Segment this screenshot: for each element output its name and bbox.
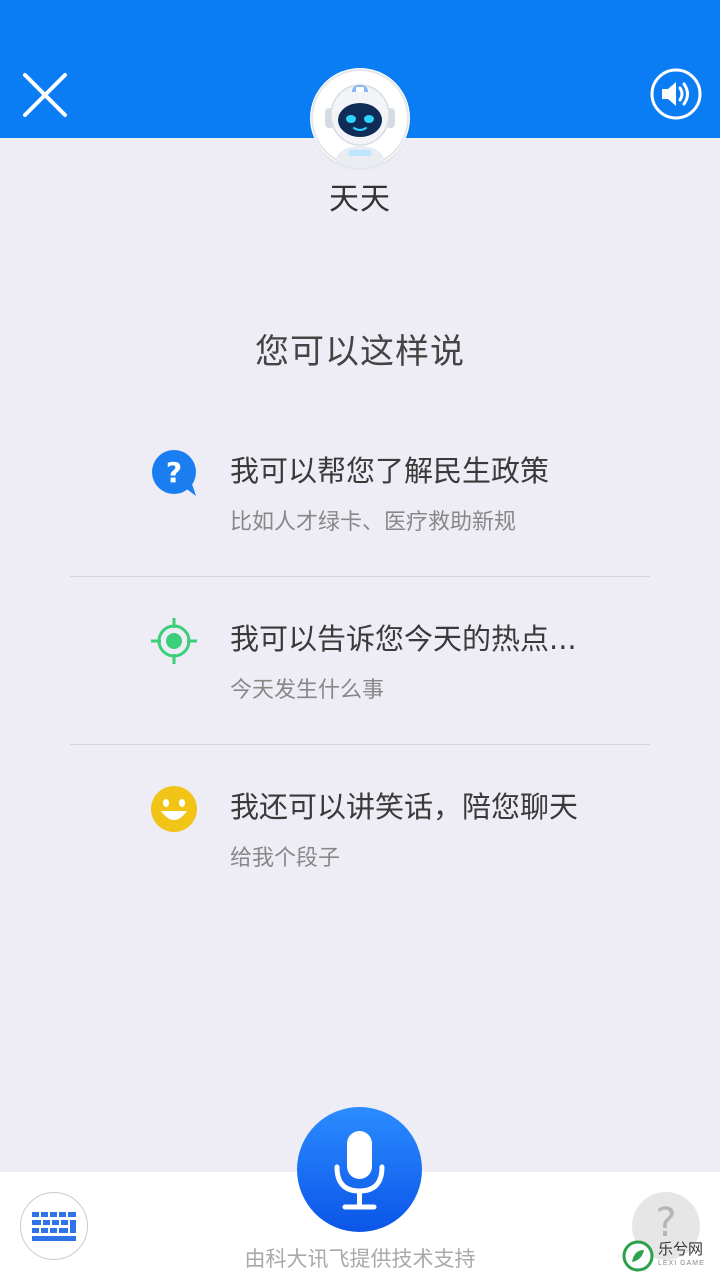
- powered-by-text: 由科大讯飞提供技术支持: [244, 1247, 476, 1271]
- svg-text:?: ?: [166, 456, 182, 489]
- watermark-text: 乐兮网: [658, 1240, 704, 1258]
- watermark-logo-icon: [622, 1240, 654, 1272]
- sound-button[interactable]: [648, 66, 704, 122]
- suggestion-example: 给我个段子: [230, 846, 341, 871]
- voice-input-button[interactable]: [297, 1107, 422, 1232]
- prompt-title: 您可以这样说: [255, 332, 465, 372]
- suggestion-item-policy[interactable]: ? 我可以帮您了解民生政策 比如人才绿卡、医疗救助新规: [70, 449, 650, 617]
- watermark: 乐兮网 LEXI GAME: [622, 1236, 718, 1276]
- watermark-subtext: LEXI GAME: [658, 1260, 705, 1267]
- divider: [70, 744, 650, 745]
- robot-avatar-icon: [311, 69, 409, 168]
- bot-name: 天天: [329, 182, 391, 217]
- suggestion-example: 今天发生什么事: [230, 678, 385, 703]
- close-icon: [23, 73, 67, 117]
- suggestion-item-hotspot[interactable]: 我可以告诉您今天的热点... 今天发生什么事: [70, 617, 650, 785]
- suggestion-title: 我还可以讲笑话，陪您聊天: [230, 790, 579, 824]
- suggestion-title: 我可以告诉您今天的热点...: [230, 622, 577, 656]
- suggestion-example: 比如人才绿卡、医疗救助新规: [230, 510, 517, 535]
- bot-avatar: [310, 68, 410, 168]
- smiley-icon: [151, 786, 197, 832]
- question-bubble-icon: ?: [152, 450, 196, 496]
- close-button[interactable]: [18, 68, 72, 122]
- microphone-icon: [334, 1131, 385, 1210]
- target-icon: [151, 618, 197, 664]
- suggestion-item-chat[interactable]: 我还可以讲笑话，陪您聊天 给我个段子: [70, 785, 650, 953]
- suggestion-title: 我可以帮您了解民生政策: [230, 454, 550, 488]
- divider: [70, 576, 650, 577]
- speaker-icon: [650, 68, 702, 120]
